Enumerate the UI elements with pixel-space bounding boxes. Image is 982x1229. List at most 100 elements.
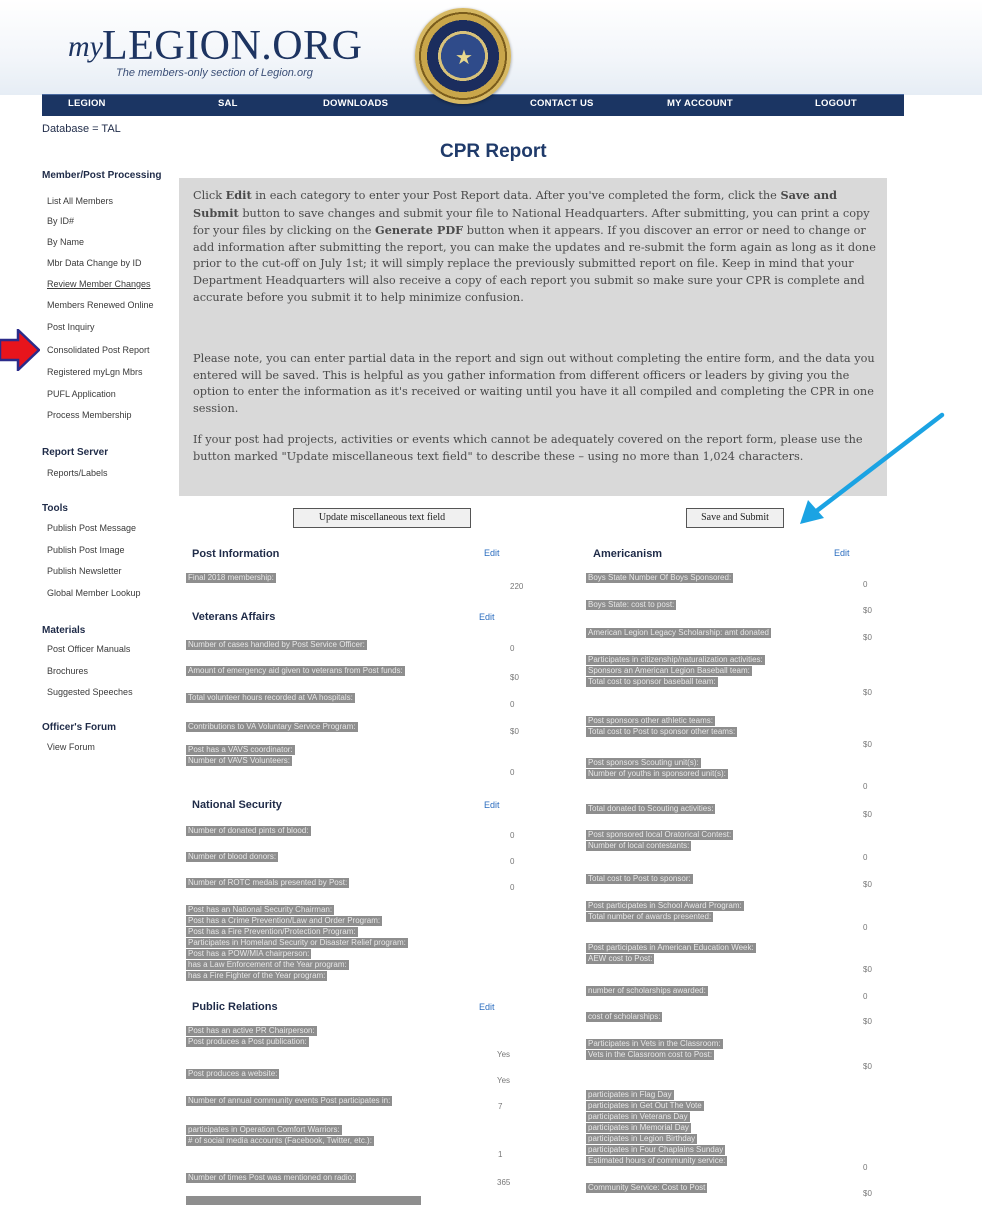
section-veterans-affairs: Veterans Affairs [192,611,276,623]
nav-downloads[interactable]: DOWNLOADS [323,98,388,109]
update-misc-text-button[interactable]: Update miscellaneous text field [293,508,471,528]
sidebar-item-brochures[interactable]: Brochures [47,666,88,676]
nav-sal[interactable]: SAL [218,98,238,109]
sidebar-item-suggested-speeches[interactable]: Suggested Speeches [47,687,133,697]
sidebar-item-publish-post-message[interactable]: Publish Post Message [47,523,136,533]
form-row-value: $0 [510,727,519,736]
form-row-label: Boys State Number Of Boys Sponsored: [586,573,734,583]
form-row-label: Total volunteer hours recorded at VA hos… [186,693,355,703]
logo-my-text: my [68,30,103,63]
form-row-value: 7 [498,1102,503,1111]
nav-contact-us[interactable]: CONTACT US [530,98,594,109]
sidebar-item-global-member-lookup[interactable]: Global Member Lookup [47,588,141,598]
form-row-label: Boys State: cost to post: [586,600,677,610]
save-and-submit-button[interactable]: Save and Submit [686,508,784,528]
sidebar-item-list-all-members[interactable]: List All Members [47,196,113,206]
form-row-label: cost of scholarships: [586,1012,663,1022]
section-americanism: Americanism [593,548,663,560]
form-row-value: 0 [510,700,515,709]
form-row-label: Participates in Vets in the Classroom: Ve… [586,1039,723,1060]
nav-logout[interactable]: LOGOUT [815,98,857,109]
section-national-security: National Security [192,799,282,811]
page-title: CPR Report [440,141,547,162]
form-row-label-partial [186,1196,421,1205]
form-row-value: 0 [863,580,868,589]
form-row-value: 0 [863,992,868,1001]
form-row-value: 0 [510,857,515,866]
form-row-value: 365 [497,1178,511,1187]
form-row-label: Community Service: Cost to Post [586,1183,708,1193]
sidebar-item-registered-mylgn-mbrs[interactable]: Registered myLgn Mbrs [47,367,143,377]
form-row-value: 0 [510,831,515,840]
edit-americanism-link[interactable]: Edit [834,548,850,558]
sidebar-section-member-post-processing: Member/Post Processing [42,170,162,181]
form-row-label: Total cost to Post to sponsor: [586,874,693,884]
sidebar-item-review-member-changes[interactable]: Review Member Changes [47,279,151,289]
nav-legion[interactable]: LEGION [68,98,106,109]
logo-tagline: The members-only section of Legion.org [116,67,313,79]
logo-main-text: LEGION.ORG [102,23,363,69]
sidebar-item-by-name[interactable]: By Name [47,237,84,247]
nav-my-account[interactable]: MY ACCOUNT [667,98,733,109]
form-row-label: Post has an active PR Chairperson: Post p… [186,1026,317,1047]
sidebar-item-by-id[interactable]: By ID# [47,216,74,226]
red-arrow-icon [0,329,40,371]
form-row-value: $0 [863,1017,872,1026]
form-row-label: Number of times Post was mentioned on ra… [186,1173,357,1183]
form-row-value: $0 [863,606,872,615]
form-row-label: Number of annual community events Post p… [186,1096,393,1106]
sidebar-item-mbr-data-change[interactable]: Mbr Data Change by ID [47,258,142,268]
form-row-label: Post has a VAVS coordinator: Number of VA… [186,745,295,766]
form-row-label: participates in Flag Day participates in… [586,1090,728,1166]
instructions-paragraph-3: If your post had projects, activities or… [193,433,863,463]
form-row-value: $0 [510,673,519,682]
instructions-paragraph-1: Click Edit in each category to enter you… [193,188,876,304]
form-row-label: Total donated to Scouting activities: [586,804,716,814]
edit-veterans-affairs-link[interactable]: Edit [479,612,495,622]
bottom-fade [0,1212,982,1229]
form-row-label: Number of cases handled by Post Service … [186,640,367,650]
form-row-label: participates in Operation Comfort Warrio… [186,1125,374,1146]
edit-national-security-link[interactable]: Edit [484,800,500,810]
edit-public-relations-link[interactable]: Edit [479,1002,495,1012]
form-row-value: 0 [863,782,868,791]
form-row-value: $0 [863,880,872,889]
form-row-value: $0 [863,740,872,749]
section-post-information: Post Information [192,548,280,560]
sidebar-item-consolidated-post-report[interactable]: Consolidated Post Report [47,345,150,355]
sidebar-item-process-membership[interactable]: Process Membership [47,410,132,420]
form-row-value: 0 [863,853,868,862]
form-row-value: 1 [498,1150,503,1159]
form-row-label: number of scholarships awarded: [586,986,708,996]
sidebar-section-officers-forum: Officer's Forum [42,722,117,733]
emblem-star-icon: ★ [455,47,473,69]
form-row-label: Post sponsors Scouting unit(s): Number of… [586,758,728,779]
form-row-label: Post participates in School Award Progra… [586,901,744,922]
sidebar-item-publish-newsletter[interactable]: Publish Newsletter [47,566,122,576]
edit-post-information-link[interactable]: Edit [484,548,500,558]
form-row-label: Post sponsored local Oratorical Contest:… [586,830,734,851]
form-row-value: $0 [863,810,872,819]
form-row-value: Yes [497,1050,511,1059]
form-row-label: Number of blood donors: [186,852,279,862]
sidebar-item-members-renewed-online[interactable]: Members Renewed Online [47,300,154,310]
sidebar-item-post-officer-manuals[interactable]: Post Officer Manuals [47,644,130,654]
form-row-value: $0 [863,1062,872,1071]
blue-arrow-icon [800,412,945,524]
form-row-label: American Legion Legacy Scholarship: amt … [586,628,771,638]
sidebar-item-pufl-application[interactable]: PUFL Application [47,389,116,399]
sidebar-section-report-server: Report Server [42,447,109,458]
form-row-label: Number of donated pints of blood: [186,826,311,836]
form-row-label: Participates in citizenship/naturalizati… [586,655,765,687]
form-row-value: $0 [863,688,872,697]
form-row-value: $0 [863,633,872,642]
sidebar-item-reports-labels[interactable]: Reports/Labels [47,468,108,478]
sidebar-item-view-forum[interactable]: View Forum [47,742,95,752]
form-row-label: Post has an National Security Chairman: … [186,905,408,981]
form-row-value: $0 [863,965,872,974]
form-row-value: 0 [510,768,515,777]
sidebar-item-post-inquiry[interactable]: Post Inquiry [47,322,95,332]
sidebar-item-publish-post-image[interactable]: Publish Post Image [47,545,125,555]
form-row-value: 0 [510,644,515,653]
form-row-label: Post sponsors other athletic teams: Total… [586,716,738,737]
